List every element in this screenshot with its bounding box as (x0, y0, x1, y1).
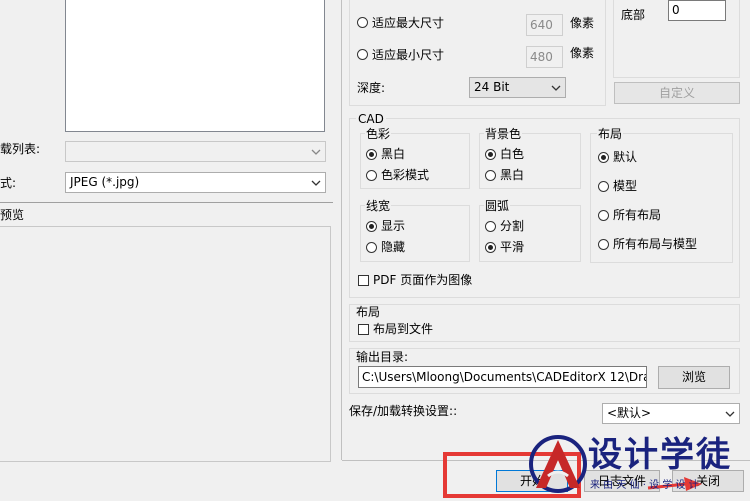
chevron-down-icon (311, 149, 321, 155)
color-bw-label[interactable]: 黑白 (381, 147, 405, 161)
format-select-value: JPEG (*.jpg) (70, 175, 140, 189)
fit-max-radio[interactable] (357, 17, 368, 28)
pdf-as-image-checkbox[interactable] (358, 275, 369, 286)
fit-min-label[interactable]: 适应最小尺寸 (372, 48, 444, 62)
layout-to-file-label[interactable]: 布局到文件 (373, 322, 433, 336)
layout-to-file-checkbox[interactable] (358, 324, 369, 335)
background-bw-radio[interactable] (485, 170, 496, 181)
background-bw-label[interactable]: 黑白 (500, 168, 524, 182)
cad-layout-group-title: 布局 (597, 127, 624, 141)
background-group-title: 背景色 (484, 127, 523, 141)
format-label: 式: (0, 176, 17, 190)
lineweight-show-radio[interactable] (366, 221, 377, 232)
left-divider (0, 202, 333, 203)
lineweight-group (360, 205, 470, 262)
watermark: 设计学徒 来 由 天 仙 · 设 学 设 计 (528, 428, 750, 500)
arc-smooth-label[interactable]: 平滑 (500, 240, 524, 254)
arc-split-radio[interactable] (485, 221, 496, 232)
color-mode-label[interactable]: 色彩模式 (381, 168, 429, 182)
lineweight-hide-radio[interactable] (366, 242, 377, 253)
load-list-label: 载列表: (0, 142, 41, 156)
lineweight-show-label[interactable]: 显示 (381, 219, 405, 233)
layout-all-label[interactable]: 所有布局 (613, 208, 661, 222)
pixel-unit-label: 像素 (570, 16, 595, 30)
settings-select-value: <默认> (607, 406, 652, 420)
fit-max-label[interactable]: 适应最大尺寸 (372, 16, 444, 30)
layout-all-radio[interactable] (598, 210, 609, 221)
output-dir-input[interactable]: C:\Users\Mloong\Documents\CADEditorX 12\… (358, 366, 647, 388)
depth-label: 深度: (357, 81, 386, 95)
background-white-radio[interactable] (485, 149, 496, 160)
left-panel: 载列表: 式: JPEG (*.jpg) 预览 (0, 0, 341, 501)
chevron-down-icon (551, 85, 561, 91)
pixel-unit-label: 像素 (570, 46, 595, 60)
output-dir-label: 输出目录: (356, 350, 409, 364)
watermark-sub-text: 来 由 天 仙 · 设 学 设 计 (590, 480, 699, 491)
layout-model-label[interactable]: 模型 (613, 179, 637, 193)
format-select[interactable]: JPEG (*.jpg) (65, 172, 326, 193)
pdf-as-image-label[interactable]: PDF 页面作为图像 (373, 273, 472, 287)
file-list-box[interactable] (65, 0, 325, 132)
load-list-select[interactable] (65, 141, 326, 162)
cad-group-title: CAD (356, 112, 386, 126)
arc-group (479, 205, 581, 262)
browse-button[interactable]: 浏览 (658, 366, 730, 389)
lineweight-hide-label[interactable]: 隐藏 (381, 240, 405, 254)
bottom-input[interactable]: 0 (668, 0, 726, 21)
fit-min-radio[interactable] (357, 49, 368, 60)
color-mode-radio[interactable] (366, 170, 377, 181)
layout-to-file-group-title: 布局 (356, 305, 381, 319)
chevron-down-icon (725, 411, 735, 417)
watermark-logo-icon (529, 435, 587, 493)
color-group-title: 色彩 (365, 127, 392, 141)
watermark-logo-text: 设计学徒 (588, 435, 732, 475)
depth-select-value: 24 Bit (474, 80, 510, 94)
depth-select[interactable]: 24 Bit (469, 77, 566, 98)
fit-min-input[interactable]: 480 (526, 46, 563, 68)
settings-select[interactable]: <默认> (602, 403, 740, 424)
color-bw-radio[interactable] (366, 149, 377, 160)
background-white-label[interactable]: 白色 (500, 147, 524, 161)
chevron-down-icon (311, 180, 321, 186)
preview-label: 预览 (0, 208, 25, 222)
arc-split-label[interactable]: 分割 (500, 219, 524, 233)
lineweight-group-title: 线宽 (365, 199, 392, 213)
arc-group-title: 圆弧 (484, 199, 511, 213)
bottom-label: 底部 (621, 8, 646, 22)
background-group (479, 133, 581, 189)
layout-default-radio[interactable] (598, 152, 609, 163)
arc-smooth-radio[interactable] (485, 242, 496, 253)
settings-label: 保存/加载转换设置:: (349, 404, 458, 418)
layout-default-label[interactable]: 默认 (613, 150, 637, 164)
preview-area (0, 226, 331, 462)
layout-model-radio[interactable] (598, 181, 609, 192)
panel-separator (341, 0, 342, 460)
layout-all-model-radio[interactable] (598, 239, 609, 250)
layout-all-model-label[interactable]: 所有布局与模型 (613, 237, 697, 251)
custom-button[interactable]: 自定义 (614, 82, 740, 104)
fit-max-input[interactable]: 640 (526, 14, 563, 36)
